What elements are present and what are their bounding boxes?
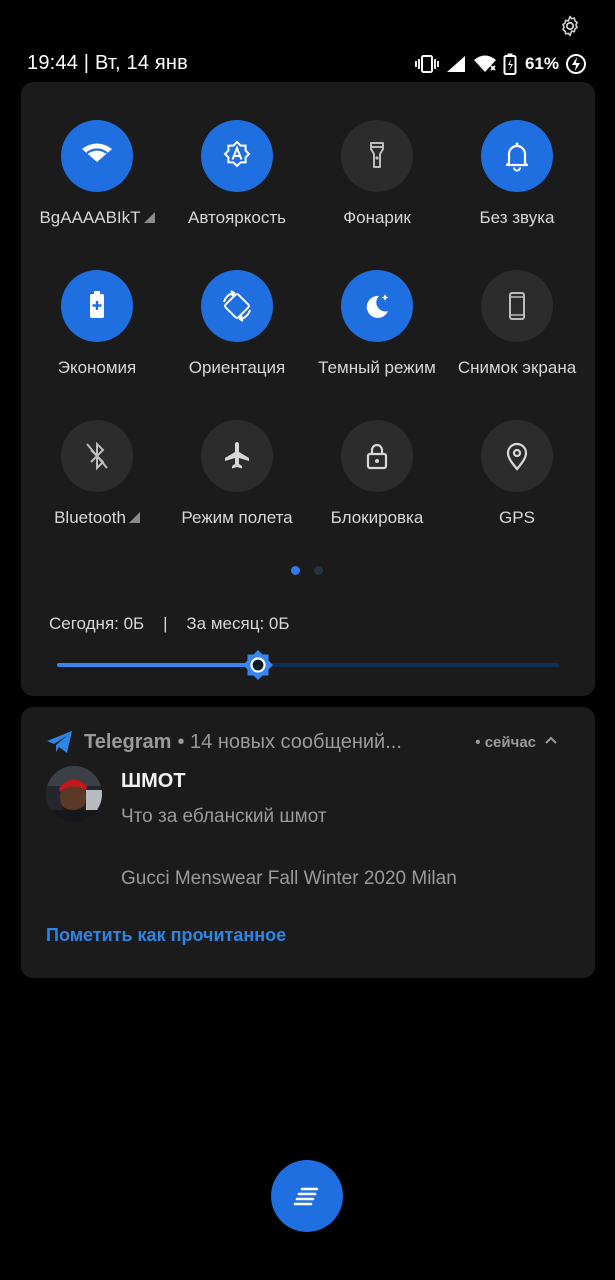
notification-summary: • 14 новых сообщений... (177, 730, 402, 753)
tile-bluetooth-off[interactable]: Bluetooth (27, 382, 167, 527)
tile-label-text: Автояркость (188, 208, 286, 227)
brightness-slider-fill (57, 663, 258, 667)
tile-label: Блокировка (301, 508, 453, 528)
tile-screenshot[interactable]: Снимок экрана (447, 232, 587, 377)
tile-toggle[interactable] (481, 120, 553, 192)
chevron-up-icon[interactable] (544, 733, 558, 747)
tile-label: Автояркость (161, 208, 313, 228)
expand-triangle-icon (128, 512, 140, 523)
tile-dark-mode[interactable]: Темный режим (307, 232, 447, 377)
location-icon (506, 442, 528, 471)
airplane-icon (225, 442, 249, 469)
status-time-date: 19:44 | Вт, 14 янв (27, 52, 188, 74)
tile-toggle[interactable] (341, 270, 413, 342)
tile-bell[interactable]: Без звука (447, 82, 587, 227)
notification-title: ШМОТ (121, 770, 186, 792)
tile-label-text: BgAAAABIkT (39, 208, 141, 227)
tile-label: Фонарик (301, 208, 453, 228)
tile-toggle[interactable] (61, 420, 133, 492)
rotate-icon (223, 290, 251, 322)
cell-signal-icon (446, 56, 465, 72)
battery-saver-icon (90, 291, 104, 318)
page-dot-2 (314, 566, 323, 575)
telegram-icon (47, 731, 72, 753)
tile-label: GPS (441, 508, 593, 528)
data-usage-text: Сегодня: 0Б | За месяц: 0Б (49, 614, 290, 633)
tile-toggle[interactable] (61, 120, 133, 192)
notification-time: • сейчас (475, 733, 536, 751)
expand-triangle-icon (143, 212, 155, 223)
menu-lines-icon (293, 1187, 319, 1206)
tile-label-text: Режим полета (181, 508, 293, 527)
tile-rotate[interactable]: Ориентация (167, 232, 307, 377)
tile-wifi[interactable]: BgAAAABIkT (27, 82, 167, 227)
telegram-notification[interactable]: Telegram • 14 новых сообщений... • сейча… (21, 707, 595, 978)
tile-lock[interactable]: Блокировка (307, 382, 447, 527)
tile-label: Экономия (21, 358, 173, 378)
tile-label-text: Блокировка (330, 508, 424, 527)
tile-toggle[interactable] (341, 120, 413, 192)
tile-auto-brightness[interactable]: Автояркость (167, 82, 307, 227)
battery-icon (503, 53, 517, 75)
tile-label: Режим полета (161, 508, 313, 528)
tile-flashlight[interactable]: Фонарик (307, 82, 447, 227)
notification-header: Telegram • 14 новых сообщений... • сейча… (46, 729, 576, 755)
tile-label: Темный режим (301, 358, 453, 378)
tile-label-text: Экономия (57, 358, 137, 377)
status-bar: 19:44 | Вт, 14 янв 61% (0, 48, 615, 80)
tile-label-text: Снимок экрана (457, 358, 577, 377)
tile-toggle[interactable] (341, 420, 413, 492)
tile-label-text: GPS (499, 508, 535, 527)
tile-toggle[interactable] (201, 120, 273, 192)
brightness-thumb-icon[interactable] (242, 649, 274, 681)
tile-label-text: Bluetooth (54, 508, 126, 527)
tile-label-text: Ориентация (188, 358, 286, 377)
brightness-slider[interactable] (57, 650, 559, 680)
mark-as-read-button[interactable]: Пометить как прочитанное (46, 925, 286, 946)
vibrate-icon (415, 55, 439, 73)
tile-toggle[interactable] (481, 420, 553, 492)
tile-label: Ориентация (161, 358, 313, 378)
wifi-icon (82, 143, 112, 162)
tile-label: Bluetooth (21, 508, 173, 528)
screenshot-icon (509, 292, 525, 320)
tile-toggle[interactable] (61, 270, 133, 342)
tile-label: Без звука (441, 208, 593, 228)
battery-percent: 61% (524, 54, 559, 73)
tile-label-text: Без звука (479, 208, 555, 227)
tile-label-text: Фонарик (343, 208, 411, 227)
tile-label: Снимок экрана (441, 358, 593, 378)
flashlight-icon (370, 142, 384, 168)
manage-notifications-button[interactable] (271, 1160, 343, 1232)
tile-airplane[interactable]: Режим полета (167, 382, 307, 527)
charging-icon (566, 54, 586, 74)
wifi-icon (473, 55, 496, 72)
tile-label: BgAAAABIkT (21, 208, 173, 228)
page-dot-1 (291, 566, 300, 575)
bluetooth-off-icon (86, 441, 108, 471)
auto-brightness-icon (223, 140, 251, 168)
quick-settings-panel: BgAAAABIkT Автояркость Фонарик Без звука Эко… (21, 82, 595, 696)
notification-app-name: Telegram (84, 730, 172, 753)
tile-toggle[interactable] (481, 270, 553, 342)
tile-toggle[interactable] (201, 270, 273, 342)
notification-message: Что за ебланский шмот (121, 806, 327, 827)
tile-location[interactable]: GPS (447, 382, 587, 527)
bell-icon (505, 142, 529, 172)
avatar (46, 766, 102, 822)
dark-mode-icon (366, 294, 389, 318)
avatar-image (46, 766, 102, 822)
notification-message-2: Gucci Menswear Fall Winter 2020 Milan (121, 868, 457, 889)
tile-label-text: Темный режим (318, 358, 436, 377)
status-icons: 61% (415, 51, 587, 77)
tile-toggle[interactable] (201, 420, 273, 492)
lock-icon (366, 443, 388, 470)
gear-icon[interactable] (558, 14, 582, 38)
tile-battery-saver[interactable]: Экономия (27, 232, 167, 377)
